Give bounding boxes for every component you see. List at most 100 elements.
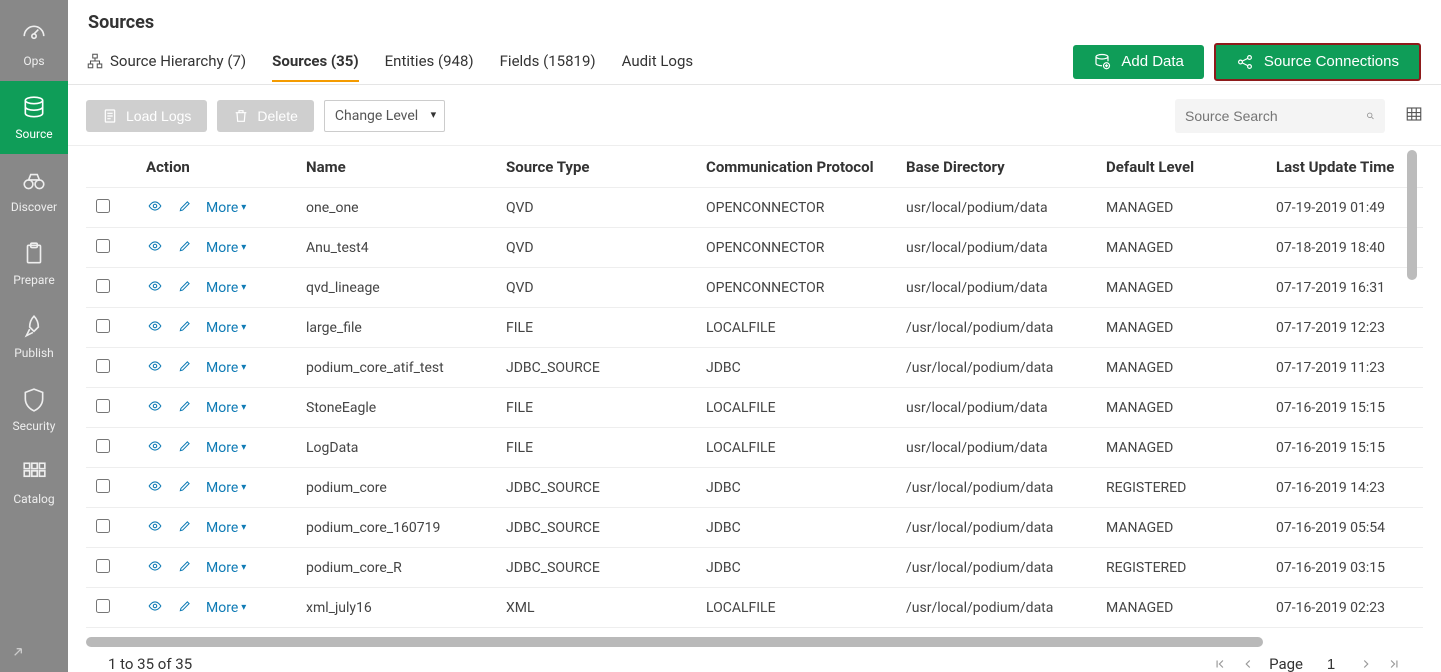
cell-source-type: XML — [506, 600, 706, 616]
cell-base-dir: usr/local/podium/data — [906, 280, 1106, 296]
more-dropdown[interactable]: More — [206, 320, 246, 336]
edit-icon[interactable] — [176, 479, 194, 497]
cell-comm-protocol: JDBC — [706, 360, 906, 376]
edit-icon[interactable] — [176, 279, 194, 297]
tab-sources[interactable]: Sources (35) — [272, 42, 359, 82]
sidebar-item-ops[interactable]: Ops — [0, 8, 68, 81]
tab-label: Sources (35) — [272, 52, 359, 70]
edit-icon[interactable] — [176, 559, 194, 577]
row-checkbox[interactable] — [96, 479, 110, 493]
sidebar-item-security[interactable]: Security — [0, 373, 68, 446]
more-dropdown[interactable]: More — [206, 440, 246, 456]
column-toggle-button[interactable] — [1405, 105, 1423, 127]
edit-icon[interactable] — [176, 239, 194, 257]
row-checkbox[interactable] — [96, 439, 110, 453]
cell-base-dir: usr/local/podium/data — [906, 200, 1106, 216]
cell-last-update: 07-19-2019 01:49 — [1276, 200, 1423, 216]
add-data-button[interactable]: Add Data — [1073, 45, 1204, 79]
page-label: Page — [1269, 655, 1303, 672]
col-comm-protocol[interactable]: Communication Protocol — [706, 158, 906, 176]
view-icon[interactable] — [146, 199, 164, 217]
view-icon[interactable] — [146, 519, 164, 537]
search-box — [1175, 99, 1385, 133]
cell-name: qvd_lineage — [306, 280, 506, 296]
search-icon[interactable] — [1366, 108, 1375, 124]
tab-source-hierarchy[interactable]: Source Hierarchy (7) — [86, 42, 246, 82]
vertical-scrollbar[interactable] — [1407, 150, 1417, 280]
edit-icon[interactable] — [176, 199, 194, 217]
page-number-input[interactable] — [1317, 656, 1345, 672]
tab-audit-logs[interactable]: Audit Logs — [622, 42, 694, 82]
edit-icon[interactable] — [176, 319, 194, 337]
cell-name: one_one — [306, 200, 506, 216]
row-checkbox[interactable] — [96, 199, 110, 213]
tab-label: Fields (15819) — [500, 52, 596, 70]
col-action[interactable]: Action — [146, 158, 306, 176]
sidebar-item-publish[interactable]: Publish — [0, 300, 68, 373]
edit-icon[interactable] — [176, 399, 194, 417]
row-checkbox[interactable] — [96, 599, 110, 613]
sidebar-expand-icon[interactable] — [10, 644, 26, 664]
sidebar-item-source[interactable]: Source — [0, 81, 68, 154]
view-icon[interactable] — [146, 279, 164, 297]
last-page-icon[interactable] — [1387, 657, 1401, 671]
edit-icon[interactable] — [176, 359, 194, 377]
pager: Page — [1213, 655, 1401, 672]
button-label: Source Connections — [1264, 53, 1399, 70]
view-icon[interactable] — [146, 559, 164, 577]
prev-page-icon[interactable] — [1241, 657, 1255, 671]
row-checkbox[interactable] — [96, 399, 110, 413]
row-checkbox[interactable] — [96, 519, 110, 533]
sidebar-item-label: Discover — [11, 200, 57, 214]
view-icon[interactable] — [146, 359, 164, 377]
view-icon[interactable] — [146, 319, 164, 337]
more-dropdown[interactable]: More — [206, 400, 246, 416]
horizontal-scrollbar[interactable] — [86, 637, 1423, 647]
view-icon[interactable] — [146, 399, 164, 417]
view-icon[interactable] — [146, 599, 164, 617]
row-checkbox[interactable] — [96, 239, 110, 253]
row-checkbox[interactable] — [96, 359, 110, 373]
cell-last-update: 07-18-2019 18:40 — [1276, 240, 1423, 256]
share-icon — [1236, 53, 1254, 71]
load-logs-button[interactable]: Load Logs — [86, 100, 207, 132]
more-dropdown[interactable]: More — [206, 480, 246, 496]
table-row: MoreAnu_test4QVDOPENCONNECTORusr/local/p… — [86, 228, 1423, 268]
source-connections-button[interactable]: Source Connections — [1214, 43, 1421, 81]
row-checkbox[interactable] — [96, 319, 110, 333]
row-checkbox[interactable] — [96, 279, 110, 293]
next-page-icon[interactable] — [1359, 657, 1373, 671]
col-base-dir[interactable]: Base Directory — [906, 158, 1106, 176]
sidebar-item-discover[interactable]: Discover — [0, 154, 68, 227]
sidebar-item-prepare[interactable]: Prepare — [0, 227, 68, 300]
cell-base-dir: usr/local/podium/data — [906, 400, 1106, 416]
table-row: Morepodium_coreJDBC_SOURCEJDBC/usr/local… — [86, 468, 1423, 508]
tab-fields[interactable]: Fields (15819) — [500, 42, 596, 82]
more-dropdown[interactable]: More — [206, 360, 246, 376]
first-page-icon[interactable] — [1213, 657, 1227, 671]
view-icon[interactable] — [146, 439, 164, 457]
more-dropdown[interactable]: More — [206, 600, 246, 616]
view-icon[interactable] — [146, 479, 164, 497]
more-dropdown[interactable]: More — [206, 280, 246, 296]
more-dropdown[interactable]: More — [206, 240, 246, 256]
col-source-type[interactable]: Source Type — [506, 158, 706, 176]
change-level-select[interactable]: Change Level — [324, 100, 445, 132]
cell-source-type: FILE — [506, 440, 706, 456]
more-dropdown[interactable]: More — [206, 200, 246, 216]
cell-last-update: 07-16-2019 03:15 — [1276, 560, 1423, 576]
cell-comm-protocol: LOCALFILE — [706, 320, 906, 336]
edit-icon[interactable] — [176, 599, 194, 617]
col-default-level[interactable]: Default Level — [1106, 158, 1276, 176]
edit-icon[interactable] — [176, 439, 194, 457]
search-input[interactable] — [1185, 108, 1366, 124]
tab-entities[interactable]: Entities (948) — [385, 42, 474, 82]
sidebar-item-catalog[interactable]: Catalog — [0, 446, 68, 519]
more-dropdown[interactable]: More — [206, 520, 246, 536]
row-checkbox[interactable] — [96, 559, 110, 573]
view-icon[interactable] — [146, 239, 164, 257]
edit-icon[interactable] — [176, 519, 194, 537]
more-dropdown[interactable]: More — [206, 560, 246, 576]
col-name[interactable]: Name — [306, 158, 506, 176]
delete-button[interactable]: Delete — [217, 100, 313, 132]
